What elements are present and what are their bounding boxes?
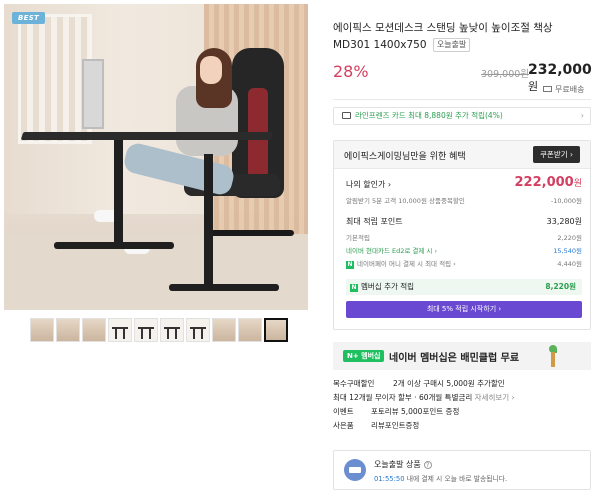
product-info: 에이픽스 모션데스크 스탠딩 높낮이 높이조절 책상 MD301 1400x75… [333,0,595,495]
shipping-text: 무료배송 [555,85,585,94]
thumbnail[interactable] [212,318,236,342]
truck-icon [543,86,552,92]
image-chair-base [204,230,294,236]
basic-points-label: 기본적립 [346,234,370,242]
delivery-title: 오늘출발 상품? [374,459,432,470]
ice-cream-icon [549,345,557,367]
thumbnail[interactable] [30,318,54,342]
membership-promo-banner[interactable]: N+ 멤버십 네이버 멤버십은 배민클럽 무료 [333,342,591,370]
installment-row: 최대 12개월 무이자 할부 · 60개월 특별금리 자세히보기 › [333,392,591,403]
max-points-value: 33,280원 [546,217,582,226]
membership-icon: N [350,284,358,292]
chevron-right-icon: › [580,111,584,120]
help-icon[interactable]: ? [423,461,432,469]
alert-discount-value: -10,000원 [550,197,582,205]
gift-value: 리뷰포인트증정 [371,421,420,430]
image-desk-foot [169,284,279,291]
basic-points-row: 기본적립 2,220원 [346,232,582,242]
coupon-button[interactable]: 쿠폰받기 › [533,146,580,163]
image-desk-foot [54,242,174,249]
bulk-discount-value: 2개 이상 구매시 5,000원 추가할인 [393,379,505,388]
npay-row[interactable]: N 네이버페이 머니 결제 시 최대 적립 › 4,440원 [346,258,582,269]
my-discount-value: 222,000원 [515,175,583,190]
thumbnail-strip [30,318,288,342]
my-discount-row[interactable]: 나의 할인가 › 222,000원 [346,175,582,190]
discount-rate: 28% [333,62,369,81]
member-benefit-box: 에이픽스게이밍님만을 위한 혜택 쿠폰받기 › 나의 할인가 › 222,000… [333,140,591,330]
membership-badge: N+ 멤버십 [343,350,385,362]
thumbnail-active[interactable] [264,318,288,342]
promo-text: 네이버 멤버십은 배민클럽 무료 [389,353,520,364]
npay-icon: N [346,261,354,269]
thumbnail[interactable] [160,318,184,342]
image-desk-leg [114,140,123,248]
card-benefit-text: 라인프렌즈 카드 최대 8,880원 추가 적립(4%) [355,111,503,120]
thumbnail[interactable] [82,318,106,342]
hyundai-card-value: 15,540원 [553,247,582,255]
alert-discount-label: 알림받기 5분 고객 10,000원 상품중복할인 [346,197,465,205]
shipping-info: 무료배송 [543,84,584,95]
best-badge: BEST [12,12,46,24]
installment-detail-link[interactable]: 자세히보기 › [475,393,515,402]
image-desk-leg [204,154,213,284]
alert-discount-row: 알림받기 5분 고객 10,000원 상품중복할인 -10,000원 [346,195,582,205]
sale-price-unit: 원 [528,80,539,93]
bulk-discount-label: 복수구매할인 [333,379,375,388]
delivery-truck-icon [344,459,366,481]
today-delivery-box: 오늘출발 상품? 01:55:50 내에 결제 시 오늘 바로 발송됩니다. [333,450,591,490]
delivery-subtitle: 01:55:50 내에 결제 시 오늘 바로 발송됩니다. [374,473,507,483]
my-discount-label: 나의 할인가 › [346,180,392,189]
npay-label[interactable]: 네이버페이 머니 결제 시 최대 적립 › [357,260,456,268]
event-row: 이벤트 포토리뷰 5,000포인트 증정 [333,406,591,417]
original-price: 309,000원 [481,69,530,80]
hyundai-card-link[interactable]: 네이버 현대카드 Ed2로 결제 시 › [346,247,437,255]
membership-value: 8,220원 [545,282,576,291]
benefit-heading: 에이픽스게이밍님만을 위한 혜택 [344,152,466,162]
thumbnail[interactable] [238,318,262,342]
my-discount-unit: 원 [573,179,582,189]
image-monitor [82,59,104,129]
product-main-image[interactable]: BEST [4,4,308,310]
gift-label: 사은품 [333,421,354,430]
credit-card-icon [342,112,351,119]
thumbnail[interactable] [134,318,158,342]
max-points-row: 최대 적립 포인트 33,280원 [346,216,582,227]
delivery-subtitle-text: 내에 결제 시 오늘 바로 발송됩니다. [404,475,508,483]
event-value: 포토리뷰 5,000포인트 증정 [371,407,460,416]
membership-start-button[interactable]: 최대 5% 적립 시작하기 › [346,301,582,318]
sale-price-number: 232,000 [528,62,592,78]
installment-text: 최대 12개월 무이자 할부 · 60개월 특별금리 [333,393,473,402]
product-title: 에이픽스 모션데스크 스탠딩 높낮이 높이조절 책상 MD301 1400x75… [333,20,591,54]
card-benefit-banner[interactable]: 라인프렌즈 카드 최대 8,880원 추가 적립(4%) › [333,107,591,125]
delivery-title-text: 오늘출발 상품 [374,460,421,469]
thumbnail[interactable] [186,318,210,342]
image-window [18,14,92,144]
gift-row: 사은품 리뷰포인트증정 [333,420,591,431]
membership-label: 멤버십 추가 적립 [361,282,415,291]
thumbnail[interactable] [56,318,80,342]
image-desk-top [20,132,274,140]
my-discount-number: 222,000 [514,175,574,190]
thumbnail[interactable] [108,318,132,342]
delivery-countdown: 01:55:50 [374,475,405,483]
max-points-label: 최대 적립 포인트 [346,217,403,226]
basic-points-value: 2,220원 [557,234,582,242]
benefit-header: 에이픽스게이밍님만을 위한 혜택 쿠폰받기 › [334,141,590,169]
hyundai-card-row[interactable]: 네이버 현대카드 Ed2로 결제 시 › 15,540원 [346,245,582,255]
divider [333,99,591,100]
npay-value: 4,440원 [557,260,582,268]
today-ship-tag: 오늘출발 [432,38,471,52]
image-person-face [200,56,222,84]
membership-points-row: N 멤버십 추가 적립 8,220원 [346,279,582,295]
event-label: 이벤트 [333,407,354,416]
bulk-discount-row: 복수구매할인 2개 이상 구매시 5,000원 추가할인 [333,378,591,389]
